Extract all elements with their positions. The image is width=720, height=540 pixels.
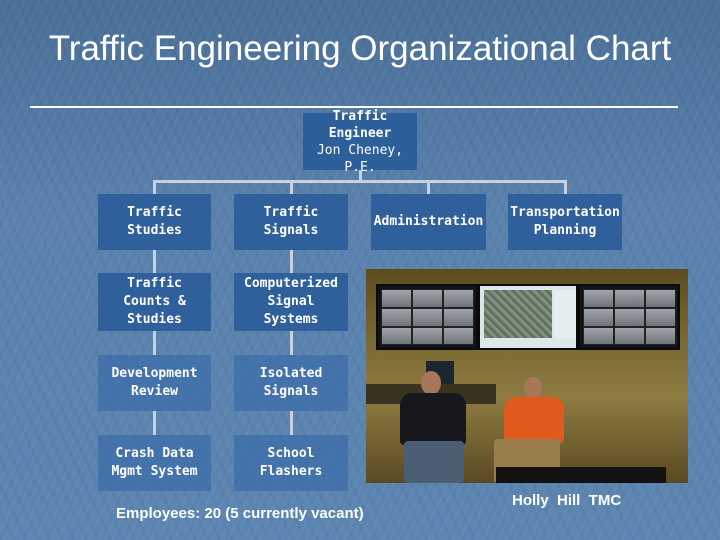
foreground-monitor <box>496 467 666 483</box>
division-box-transportation-planning: Transportation Planning <box>508 194 622 250</box>
camera-feed <box>583 289 614 308</box>
camera-feed <box>583 327 614 345</box>
slide-title: Traffic Engineering Organizational Chart <box>48 29 672 68</box>
person-left-legs <box>404 441 464 483</box>
map-sidebar <box>554 290 576 338</box>
map-display <box>484 290 552 338</box>
camera-feed <box>443 327 474 345</box>
connector-drop-planning <box>564 180 567 194</box>
unit-box-computerized-signal-systems: Computerized Signal Systems <box>234 273 348 331</box>
connector-signals-1 <box>290 250 293 273</box>
person-left-head <box>421 371 441 395</box>
traffic-engineer-title-line1: Traffic <box>332 108 388 124</box>
camera-feed <box>614 308 645 327</box>
division-box-administration: Administration <box>371 194 486 250</box>
division-box-traffic-signals: Traffic Signals <box>234 194 348 250</box>
camera-feed <box>645 308 676 327</box>
camera-feed <box>583 308 614 327</box>
unit-box-school-flashers: School Flashers <box>234 435 348 491</box>
connector-studies-3 <box>153 411 156 435</box>
tmc-photo <box>366 269 688 483</box>
camera-feed <box>645 327 676 345</box>
camera-feed <box>645 289 676 308</box>
connector-signals-3 <box>290 411 293 435</box>
connector-studies-2 <box>153 331 156 355</box>
monitor-left <box>376 284 478 350</box>
camera-feed <box>381 308 412 327</box>
connector-drop-studies <box>153 180 156 194</box>
camera-feed <box>381 327 412 345</box>
camera-feed <box>614 327 645 345</box>
unit-box-crash-data: Crash Data Mgmt System <box>98 435 211 491</box>
photo-caption: Holly Hill TMC <box>512 492 622 509</box>
person-right-head <box>524 377 542 399</box>
unit-box-isolated-signals: Isolated Signals <box>234 355 348 411</box>
monitor-center-map <box>478 284 578 350</box>
camera-feed <box>381 289 412 308</box>
monitor-right <box>578 284 680 350</box>
employees-count-text: Employees: 20 (5 currently vacant) <box>116 505 364 522</box>
division-box-traffic-studies: Traffic Studies <box>98 194 211 250</box>
traffic-engineer-title-line2: Engineer <box>328 125 392 141</box>
connector-signals-2 <box>290 331 293 355</box>
traffic-engineer-box: Traffic Engineer Jon Cheney, P.E. <box>303 109 417 175</box>
camera-feed <box>443 308 474 327</box>
camera-feed <box>443 289 474 308</box>
camera-feed <box>614 289 645 308</box>
connector-drop-signals <box>290 180 293 194</box>
person-left-body <box>400 393 466 445</box>
unit-box-development-review: Development Review <box>98 355 211 411</box>
person-right-body <box>504 397 564 443</box>
connector-studies-1 <box>153 250 156 273</box>
camera-feed <box>412 327 443 345</box>
connector-drop-admin <box>427 180 430 194</box>
camera-feed <box>412 289 443 308</box>
camera-feed <box>412 308 443 327</box>
unit-box-traffic-counts: Traffic Counts & Studies <box>98 273 211 331</box>
connector-horizontal <box>153 180 567 183</box>
